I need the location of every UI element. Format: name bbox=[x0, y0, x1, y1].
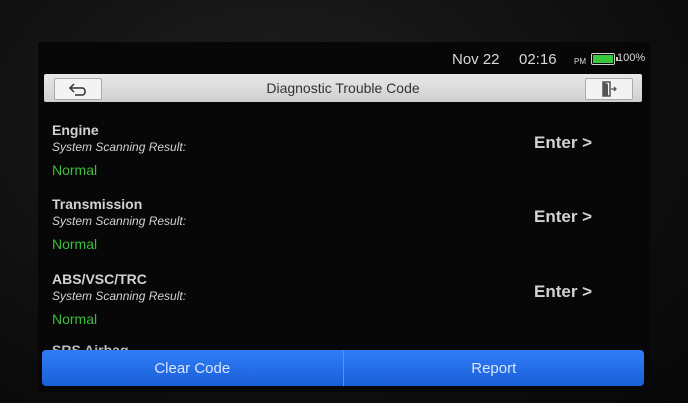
exit-door-icon bbox=[602, 81, 617, 97]
bottom-action-bar: Clear Code Report bbox=[42, 350, 644, 386]
list-item-engine[interactable]: Engine System Scanning Result: Normal En… bbox=[52, 122, 642, 194]
status-text: Normal bbox=[52, 311, 98, 327]
scan-result-label: System Scanning Result: bbox=[52, 140, 187, 154]
status-text: Normal bbox=[52, 162, 98, 178]
list-item-abs[interactable]: ABS/VSC/TRC System Scanning Result: Norm… bbox=[52, 271, 642, 343]
enter-button[interactable]: Enter > bbox=[534, 207, 592, 227]
enter-button[interactable]: Enter > bbox=[534, 282, 592, 302]
status-date: Nov 22 bbox=[452, 51, 500, 68]
list-item-transmission[interactable]: Transmission System Scanning Result: Nor… bbox=[52, 196, 642, 268]
battery-icon bbox=[591, 53, 618, 65]
status-time: 02:16 bbox=[519, 51, 557, 68]
page-title: Diagnostic Trouble Code bbox=[266, 80, 420, 96]
scan-result-label: System Scanning Result: bbox=[52, 214, 187, 228]
enter-button[interactable]: Enter > bbox=[534, 133, 592, 153]
status-ampm: PM bbox=[574, 57, 586, 66]
system-name: ABS/VSC/TRC bbox=[52, 271, 147, 287]
battery-fill bbox=[593, 55, 613, 63]
scanner-screen: Nov 22 02:16 PM 100% Diagnostic Trouble … bbox=[38, 42, 650, 392]
exit-button[interactable] bbox=[585, 78, 633, 100]
status-text: Normal bbox=[52, 236, 98, 252]
system-name: Transmission bbox=[52, 196, 143, 212]
system-name: Engine bbox=[52, 122, 99, 138]
scan-result-label: System Scanning Result: bbox=[52, 289, 187, 303]
status-bar: Nov 22 02:16 PM 100% bbox=[38, 42, 650, 74]
report-button[interactable]: Report bbox=[343, 350, 644, 386]
title-bar: Diagnostic Trouble Code bbox=[44, 74, 642, 102]
battery-percent: 100% bbox=[617, 52, 646, 64]
clear-code-button[interactable]: Clear Code bbox=[42, 350, 344, 386]
